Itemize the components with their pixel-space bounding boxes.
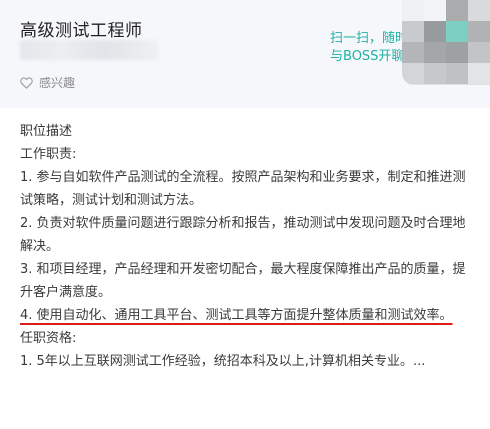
qr-code-blurred[interactable] bbox=[402, 0, 490, 85]
scan-prompt-line1: 扫一扫，随时 bbox=[330, 31, 409, 46]
duty-item-2: 2. 负责对软件质量问题进行跟踪分析和报告，推动测试中发现问题及时合理地解决。 bbox=[20, 216, 466, 254]
job-description: 职位描述 工作职责: 1. 参与自如软件产品测试的全流程。按照产品架构和业务要求… bbox=[20, 120, 476, 373]
heart-icon bbox=[20, 76, 33, 89]
duties-heading: 工作职责: bbox=[20, 147, 77, 162]
duty-item-4: 4. 使用自动化、通用工具平台、测试工具等方面提升整体质量和测试效率。 bbox=[20, 304, 476, 327]
scan-prompt: 扫一扫，随时 与BOSS开聊 bbox=[330, 30, 408, 66]
salary-placeholder-blurred bbox=[20, 40, 158, 60]
job-header: 高级测试工程师 感兴趣 扫一扫，随时 与BOSS开聊 bbox=[0, 0, 490, 108]
interest-button[interactable]: 感兴趣 bbox=[20, 74, 75, 91]
requirement-item-1: 1. 5年以上互联网测试工作经验，统招本科及以上,计算机相关专业。... bbox=[20, 354, 426, 369]
requirements-heading: 任职资格: bbox=[20, 331, 77, 346]
interest-label: 感兴趣 bbox=[39, 76, 76, 90]
description-heading: 职位描述 bbox=[20, 124, 73, 139]
duty-item-3: 3. 和项目经理，产品经理和开发密切配合，最大程度保障推出产品的质量，提升客户满… bbox=[20, 262, 466, 300]
duty-item-1: 1. 参与自如软件产品测试的全流程。按照产品架构和业务要求，制定和推进测试策略，… bbox=[20, 170, 466, 208]
duty-item-4-text: 4. 使用自动化、通用工具平台、测试工具等方面提升整体质量和测试效率。 bbox=[20, 308, 453, 323]
job-title: 高级测试工程师 bbox=[20, 21, 143, 41]
scan-prompt-line2: 与BOSS开聊 bbox=[330, 49, 405, 64]
